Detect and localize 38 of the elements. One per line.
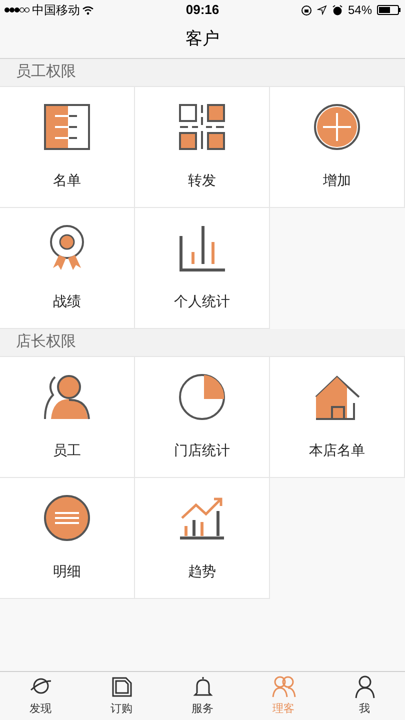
battery-percent: 54% — [348, 2, 372, 19]
tab-item[interactable]: 服务 — [162, 672, 243, 720]
tab-item[interactable]: 发现 — [0, 672, 81, 720]
menu-tile[interactable]: 员工 — [0, 357, 135, 478]
menu-tile[interactable]: 转发 — [135, 87, 270, 208]
pie-chart-icon — [178, 373, 226, 421]
menu-tile[interactable]: 战绩 — [0, 208, 135, 329]
bar-chart-icon — [178, 224, 226, 272]
menu-tile[interactable]: 明细 — [0, 478, 135, 599]
people-icon — [272, 674, 296, 699]
carrier-name: 中国移动 — [32, 2, 80, 19]
menu-tile[interactable]: 增加 — [270, 87, 405, 208]
wifi-icon — [82, 6, 94, 14]
tab-item[interactable]: 我 — [324, 672, 405, 720]
house-icon — [313, 373, 361, 421]
menu-tile[interactable]: 个人统计 — [135, 208, 270, 329]
person-icon — [43, 373, 91, 421]
list-icon — [43, 103, 91, 151]
menu-tile[interactable]: 门店统计 — [135, 357, 270, 478]
grid-squares-icon — [178, 103, 226, 151]
tab-item[interactable]: 订购 — [81, 672, 162, 720]
signal-icon — [4, 7, 30, 13]
bell-icon — [190, 674, 214, 699]
menu-tile[interactable]: 趋势 — [135, 478, 270, 599]
clock-time: 09:16 — [186, 1, 220, 20]
menu-tile[interactable]: 本店名单 — [270, 357, 405, 478]
page-title: 客户 — [186, 28, 220, 50]
person-icon — [352, 674, 376, 699]
location-arrow-icon — [316, 5, 327, 15]
menu-tile[interactable]: 名单 — [0, 87, 135, 208]
alarm-clock-icon — [332, 4, 343, 16]
battery-icon — [377, 5, 401, 15]
menu-circle-icon — [43, 494, 91, 542]
section-header: 店长权限 — [16, 332, 76, 352]
plus-circle-icon — [313, 103, 361, 151]
card-icon — [110, 674, 134, 699]
lock-rotation-icon — [300, 4, 312, 16]
section-header: 员工权限 — [16, 62, 76, 82]
